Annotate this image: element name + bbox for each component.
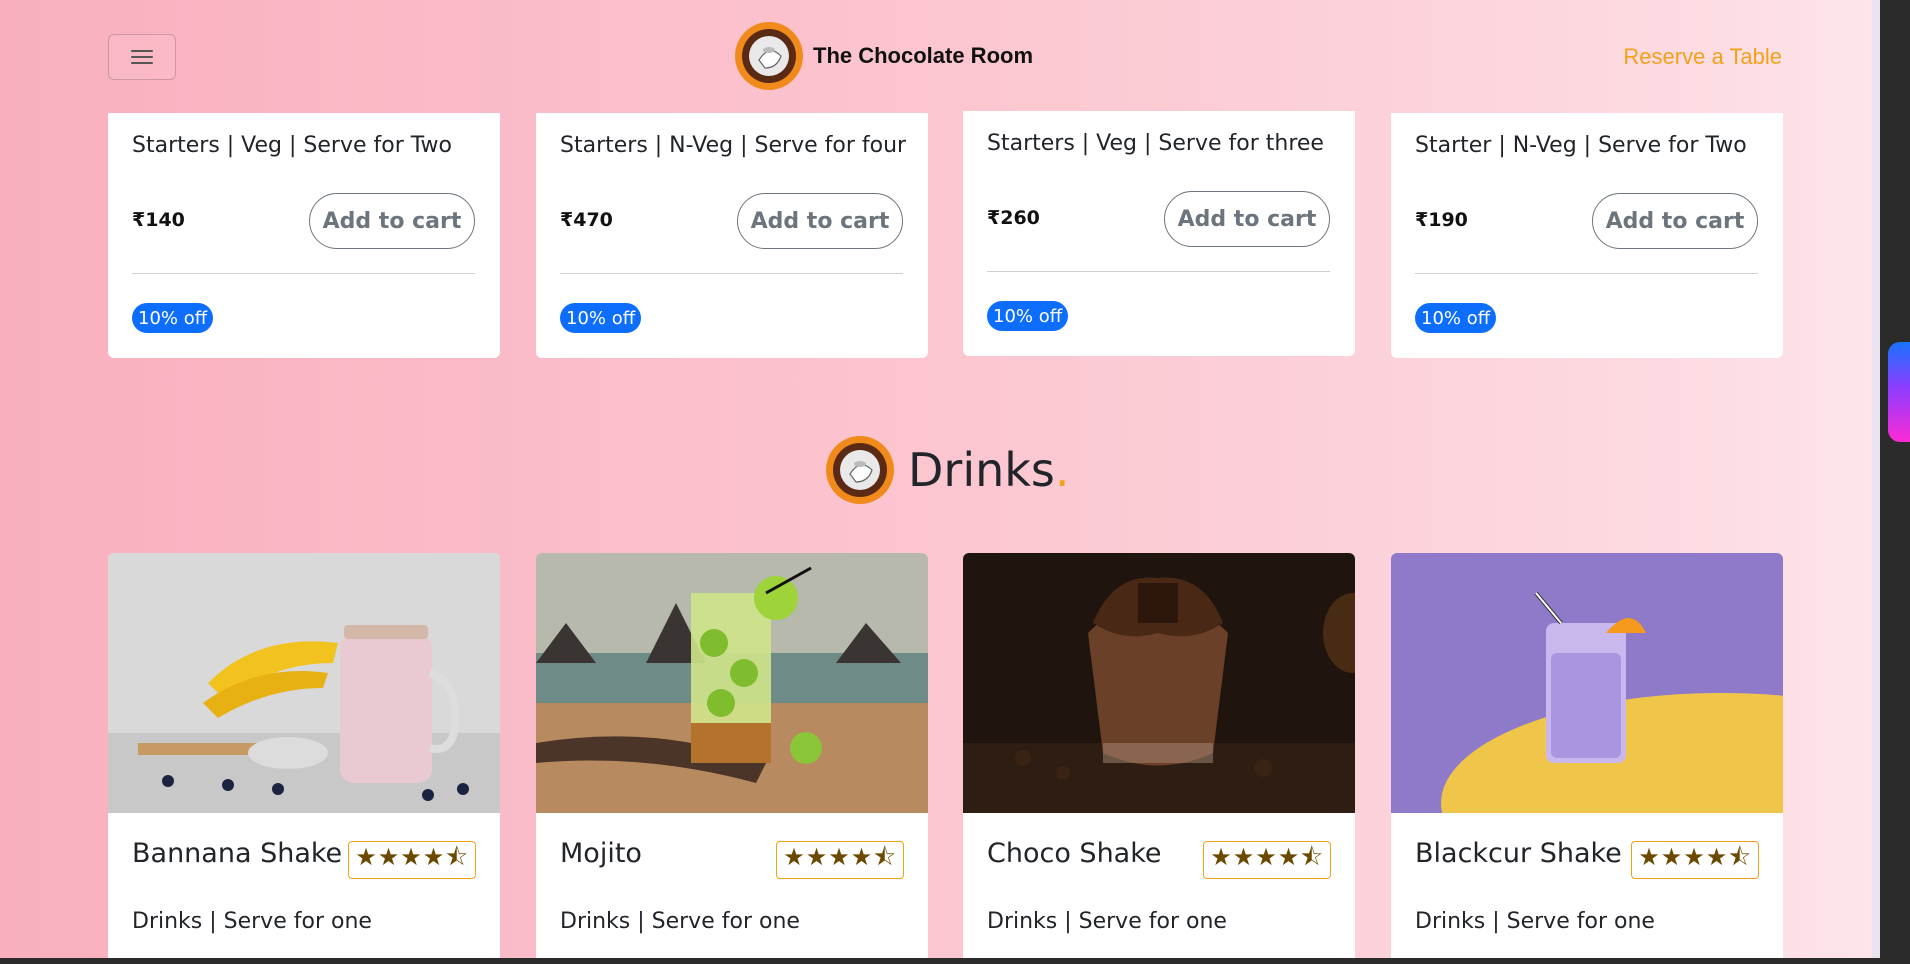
card-price: ₹190 <box>1415 209 1468 231</box>
menu-toggle-button[interactable] <box>108 34 176 80</box>
blackcur-shake-image <box>1391 553 1783 813</box>
drink-description: Drinks | Serve for one <box>132 909 372 934</box>
card-divider <box>560 273 903 274</box>
card-description: Starters | Veg | Serve for three <box>987 131 1324 156</box>
discount-badge: 10% off <box>987 301 1069 331</box>
card-description: Starter | N-Veg | Serve for Two <box>1415 133 1747 158</box>
star-rating: ★★★★⯪ <box>1203 841 1331 879</box>
card-price: ₹140 <box>132 209 185 231</box>
drink-description: Drinks | Serve for one <box>560 909 800 934</box>
brand[interactable]: The Chocolate Room <box>733 20 1033 92</box>
card-divider <box>1415 273 1758 274</box>
card-divider <box>132 273 475 274</box>
drink-name: Mojito <box>560 838 642 869</box>
drink-name: Blackcur Shake <box>1415 838 1622 869</box>
star-rating: ★★★★⯪ <box>1631 841 1759 879</box>
card-divider <box>987 271 1330 272</box>
drink-name: Bannana Shake <box>132 838 343 869</box>
drink-description: Drinks | Serve for one <box>1415 909 1655 934</box>
discount-badge: 10% off <box>1415 303 1497 333</box>
window-bottom-bar <box>0 958 1910 964</box>
drink-card[interactable]: Blackcur Shake ★★★★⯪ Drinks | Serve for … <box>1391 553 1783 958</box>
scrollbar-track[interactable] <box>1872 0 1880 958</box>
drink-card[interactable]: Mojito ★★★★⯪ Drinks | Serve for one <box>536 553 928 958</box>
card-description: Starters | N-Veg | Serve for four <box>560 133 907 158</box>
hamburger-icon <box>131 50 153 64</box>
starter-card: Starters | N-Veg | Serve for four ₹470 A… <box>536 113 928 358</box>
add-to-cart-button[interactable]: Add to cart <box>1164 191 1330 247</box>
discount-badge: 10% off <box>132 303 214 333</box>
card-price: ₹470 <box>560 209 613 231</box>
choco-shake-image <box>963 553 1355 813</box>
starter-card: Starter | N-Veg | Serve for Two ₹190 Add… <box>1391 113 1783 358</box>
brand-name: The Chocolate Room <box>813 43 1034 68</box>
drink-name: Choco Shake <box>987 838 1162 869</box>
star-rating: ★★★★⯪ <box>776 841 904 879</box>
starter-card: Starters | Veg | Serve for Two ₹140 Add … <box>108 113 500 358</box>
section-heading: Drinks. <box>908 443 1070 497</box>
navbar: The Chocolate Room Reserve a Table <box>0 0 1880 112</box>
mojito-image <box>536 553 928 813</box>
drinks-section-title: Drinks. <box>824 430 1070 510</box>
add-to-cart-button[interactable]: Add to cart <box>1592 193 1758 249</box>
add-to-cart-button[interactable]: Add to cart <box>737 193 903 249</box>
chocolate-room-logo <box>733 20 805 92</box>
card-price: ₹260 <box>987 207 1040 229</box>
star-rating: ★★★★⯪ <box>348 841 476 879</box>
starter-card: Starters | Veg | Serve for three ₹260 Ad… <box>963 111 1355 356</box>
scroll-thumb[interactable] <box>1888 342 1910 442</box>
card-description: Starters | Veg | Serve for Two <box>132 133 453 158</box>
reserve-table-link[interactable]: Reserve a Table <box>1623 44 1782 70</box>
drink-card[interactable]: Bannana Shake ★★★★⯪ Drinks | Serve for o… <box>108 553 500 958</box>
drink-description: Drinks | Serve for one <box>987 909 1227 934</box>
page-viewport: The Chocolate Room Reserve a Table Start… <box>0 0 1880 958</box>
chocolate-room-logo <box>824 434 896 506</box>
add-to-cart-button[interactable]: Add to cart <box>309 193 475 249</box>
banana-shake-image <box>108 553 500 813</box>
discount-badge: 10% off <box>560 303 642 333</box>
drink-card[interactable]: Choco Shake ★★★★⯪ Drinks | Serve for one <box>963 553 1355 958</box>
